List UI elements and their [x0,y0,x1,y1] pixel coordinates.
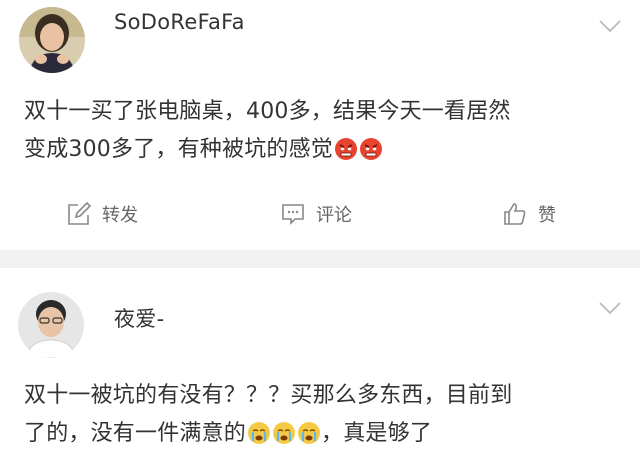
thumbs-up-icon [504,203,526,225]
post-content-text: 了的，没有一件满意的 [24,421,247,446]
comment-icon [282,204,304,225]
crying-face-icon [248,422,271,444]
chevron-down-icon[interactable] [598,301,622,315]
comment-button[interactable]: 评论 [280,201,352,227]
angry-face-icon [335,138,357,160]
repost-button[interactable]: 转发 [66,201,138,227]
post-content: 双十一买了张电脑桌，400多，结果今天一看居然 变成300多了，有种被坑的感觉 [24,93,614,169]
username[interactable]: SoDoReFaFa [114,10,245,34]
crying-face-icon [273,422,296,444]
avatar[interactable] [18,292,84,358]
post-content-text: 变成300多了，有种被坑的感觉 [24,137,333,162]
chevron-down-icon[interactable] [598,19,622,33]
post-content: 双十一被坑的有没有？？？买那么多东西，目前到 了的，没有一件满意的 ，真是够了 [24,377,614,453]
post-card-2: 夜爱- 双十一被坑的有没有？？？买那么多东西，目前到 了的，没有一件满意的 ，真… [0,268,640,471]
post-content-line: 了的，没有一件满意的 ，真是够了 [24,415,614,453]
comment-label: 评论 [316,205,352,226]
like-button[interactable]: 赞 [502,201,556,227]
angry-face-icon [360,138,382,160]
crying-face-icon [298,422,321,444]
avatar[interactable] [19,7,85,73]
post-content-line: 双十一被坑的有没有？？？买那么多东西，目前到 [24,383,513,408]
post-content-line: 双十一买了张电脑桌，400多，结果今天一看居然 [24,99,511,124]
post-content-line: 变成300多了，有种被坑的感觉 [24,131,614,169]
like-label: 赞 [538,205,556,226]
post-card-1: SoDoReFaFa 双十一买了张电脑桌，400多，结果今天一看居然 变成300… [0,0,640,250]
repost-icon [68,201,92,225]
post-separator [0,250,640,268]
repost-label: 转发 [102,205,138,226]
action-bar: 转发 评论 赞 [0,195,640,235]
post-content-text: ，真是够了 [321,421,433,446]
username[interactable]: 夜爱- [114,303,164,333]
